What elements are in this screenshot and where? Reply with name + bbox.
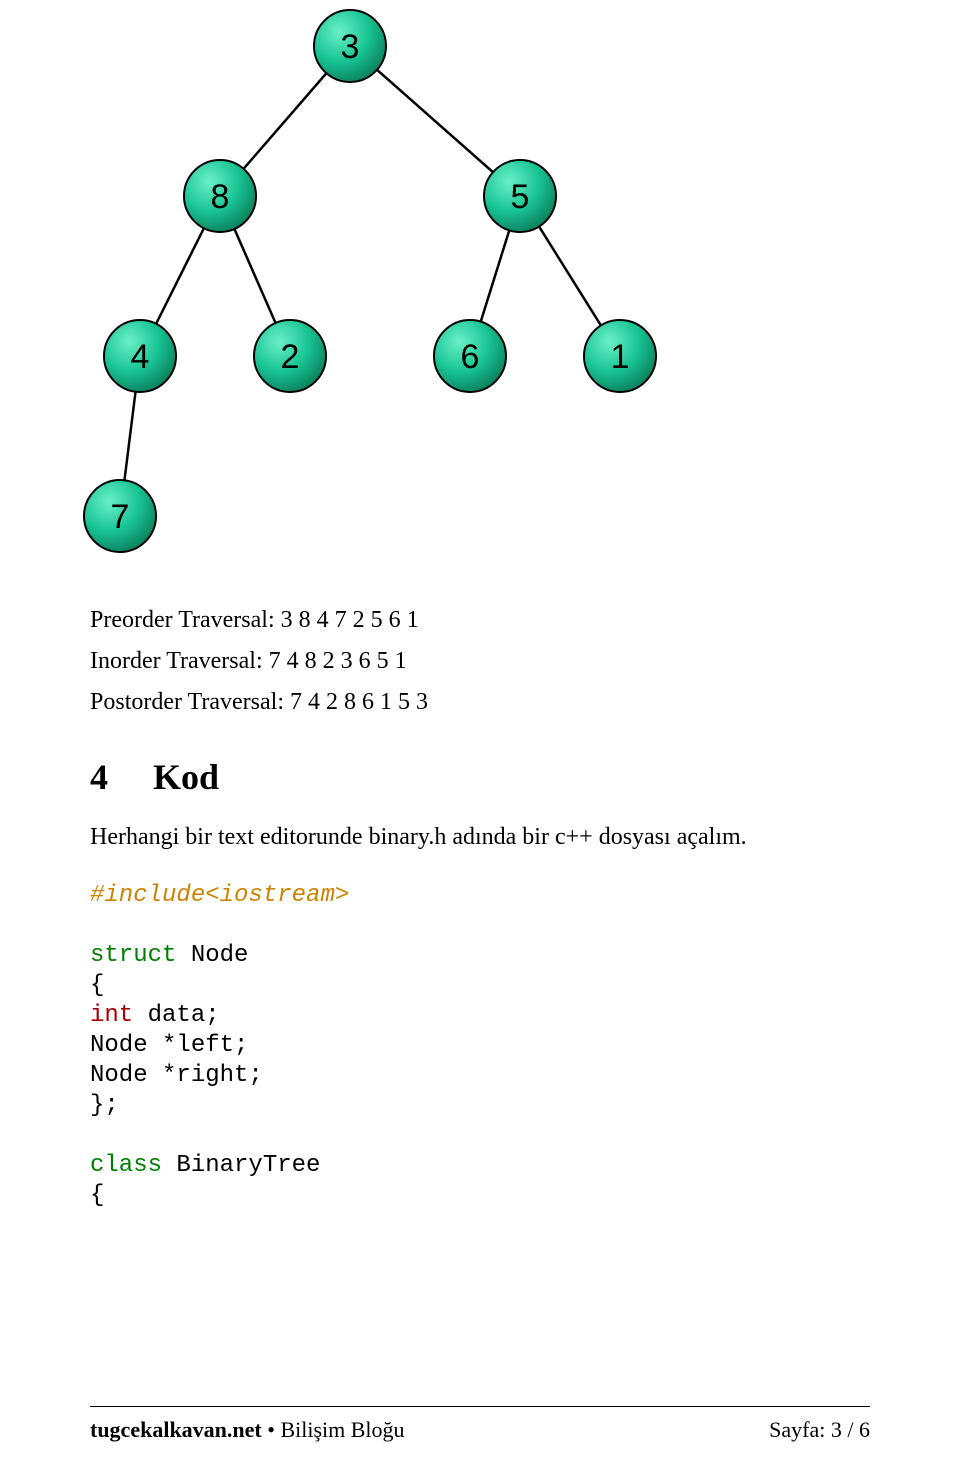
section-number: 4 <box>90 757 108 797</box>
preorder-label: Preorder Traversal: <box>90 607 275 633</box>
tree-node-rl-label: 6 <box>461 338 480 376</box>
code-brace-close-1: }; <box>90 1092 119 1119</box>
code-left: Node *left; <box>90 1032 248 1059</box>
postorder-line: Postorder Traversal: 7 4 2 8 6 1 5 3 <box>90 689 870 716</box>
footer-right: Sayfa: 3 / 6 <box>769 1417 870 1443</box>
postorder-value: 7 4 2 8 6 1 5 3 <box>290 689 428 715</box>
code-brace-open-1: { <box>90 972 104 999</box>
footer-page-label: Sayfa: <box>769 1417 831 1442</box>
code-right: Node *right; <box>90 1062 263 1089</box>
tree-node-l-label: 8 <box>211 178 230 216</box>
tree-nodes: 3 8 5 4 2 6 1 7 <box>84 10 656 552</box>
page-footer: tugcekalkavan.net • Bilişim Bloğu Sayfa:… <box>90 1417 870 1443</box>
tree-node-ll-label: 4 <box>131 338 150 376</box>
page: 3 8 5 4 2 6 1 7 <box>0 0 960 1475</box>
code-include: #include<iostream> <box>90 882 349 909</box>
code-block: #include<iostream> struct Node { int dat… <box>90 881 870 1211</box>
inorder-label: Inorder Traversal: <box>90 648 263 674</box>
footer-site-desc: Bilişim Bloğu <box>280 1417 404 1442</box>
tree-edges <box>120 46 620 516</box>
code-brace-open-2: { <box>90 1182 104 1209</box>
body-paragraph-1: Herhangi bir text editorunde binary.h ad… <box>90 824 870 851</box>
preorder-value: 3 8 4 7 2 5 6 1 <box>281 607 419 633</box>
footer-site: tugcekalkavan.net <box>90 1417 262 1442</box>
footer-left: tugcekalkavan.net • Bilişim Bloğu <box>90 1417 405 1443</box>
code-kw-class: class <box>90 1152 162 1179</box>
code-kw-int: int <box>90 1002 133 1029</box>
tree-node-r-label: 5 <box>511 178 530 216</box>
preorder-line: Preorder Traversal: 3 8 4 7 2 5 6 1 <box>90 607 870 634</box>
footer-rule <box>90 1406 870 1407</box>
code-struct-name: Node <box>176 942 248 969</box>
section-heading: 4 Kod <box>90 756 870 798</box>
tree-node-root-label: 3 <box>341 28 360 66</box>
section-title: Kod <box>153 757 219 797</box>
tree-svg: 3 8 5 4 2 6 1 7 <box>60 0 740 570</box>
footer-page-value: 3 / 6 <box>831 1417 870 1442</box>
code-int-rest: data; <box>133 1002 219 1029</box>
tree-node-lr-label: 2 <box>281 338 300 376</box>
postorder-label: Postorder Traversal: <box>90 689 284 715</box>
footer-bullet: • <box>262 1417 281 1442</box>
tree-node-lll-label: 7 <box>111 498 130 536</box>
code-kw-struct: struct <box>90 942 176 969</box>
code-class-name: BinaryTree <box>162 1152 320 1179</box>
binary-tree-diagram: 3 8 5 4 2 6 1 7 <box>60 0 870 575</box>
tree-node-rr-label: 1 <box>611 338 630 376</box>
inorder-line: Inorder Traversal: 7 4 8 2 3 6 5 1 <box>90 648 870 675</box>
inorder-value: 7 4 8 2 3 6 5 1 <box>269 648 407 674</box>
traversal-results: Preorder Traversal: 3 8 4 7 2 5 6 1 Inor… <box>90 607 870 716</box>
